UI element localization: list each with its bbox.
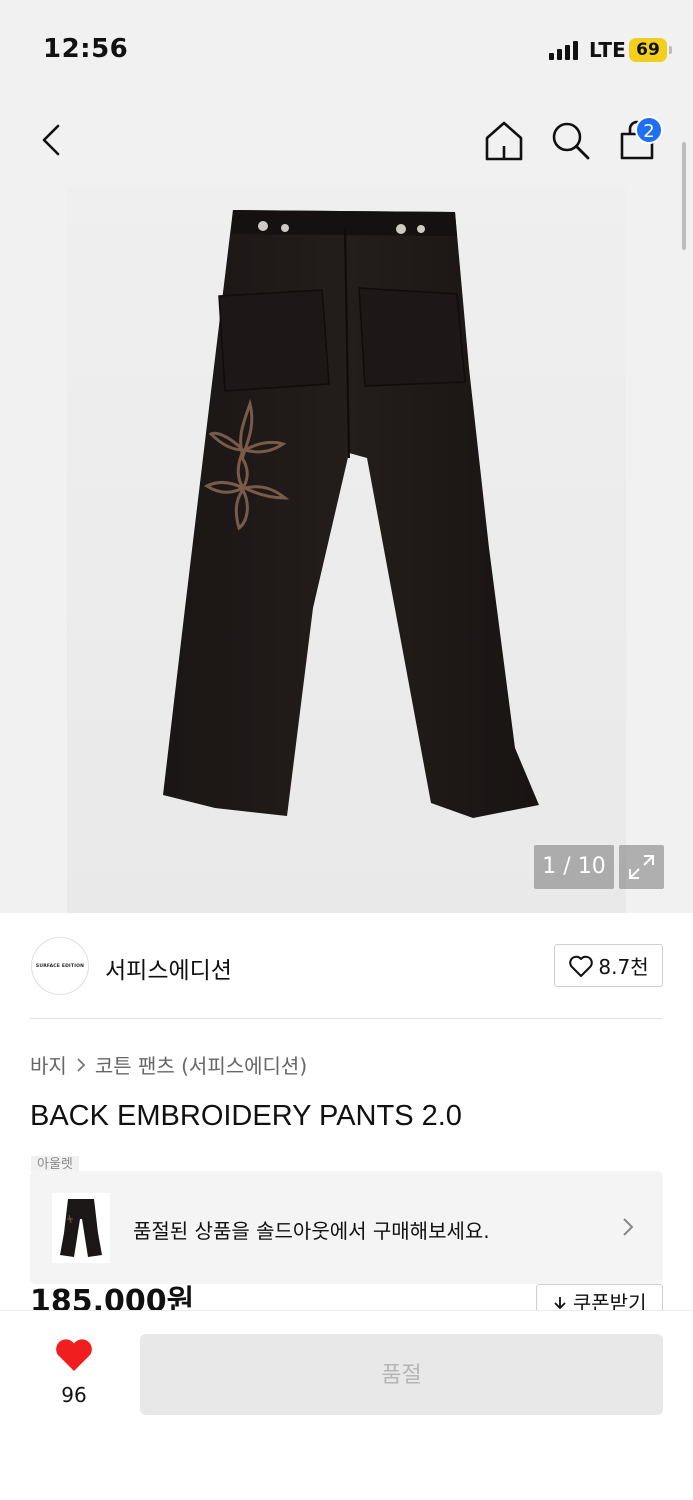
brand-row: SURFACE EDITION 서피스에디션 8.7천 (0, 913, 693, 1019)
divider (30, 1018, 663, 1019)
brand-name[interactable]: 서피스에디션 (105, 951, 232, 985)
product-title: BACK EMBROIDERY PANTS 2.0 (30, 1100, 462, 1132)
network-type: LTE (589, 38, 626, 62)
brand-logo[interactable]: SURFACE EDITION (31, 937, 89, 995)
battery-icon: 69 (629, 38, 672, 62)
chevron-right-icon (77, 1057, 86, 1072)
heart-filled-icon[interactable] (54, 1337, 94, 1373)
top-navigation (0, 100, 693, 180)
breadcrumb-subcategory[interactable]: 코튼 팬츠 (서피스에디션) (95, 1050, 307, 1079)
chevron-right-icon (623, 1218, 634, 1236)
heart-outline-icon (569, 955, 594, 977)
image-counter: 1 / 10 (534, 845, 614, 889)
search-icon[interactable] (548, 118, 594, 164)
cart-count-badge: 2 (635, 116, 663, 144)
expand-button[interactable] (619, 845, 664, 889)
wish-count: 96 (61, 1383, 87, 1407)
brand-like-button[interactable]: 8.7천 (554, 944, 663, 987)
download-icon (553, 1297, 566, 1310)
signal-icon (549, 40, 581, 60)
brand-like-count: 8.7천 (598, 955, 649, 979)
product-image[interactable] (67, 188, 626, 913)
chevron-left-icon[interactable] (32, 120, 72, 160)
soldout-banner[interactable]: 품절된 상품을 솔드아웃에서 구매해보세요. (30, 1171, 663, 1284)
product-price: 185,000원 (30, 1284, 195, 1310)
home-icon[interactable] (481, 118, 527, 164)
soldout-banner-text: 품절된 상품을 솔드아웃에서 구매해보세요. (133, 1219, 490, 1243)
status-bar: 12:56 LTE 69 (0, 0, 693, 96)
expand-icon (629, 855, 654, 879)
status-time: 12:56 (43, 34, 129, 64)
breadcrumb: 바지 코튼 팬츠 (서피스에디션) (30, 1050, 307, 1079)
bottom-action-bar: 96 품절 (0, 1310, 693, 1500)
outlet-tag: 아울렛 (31, 1156, 79, 1172)
breadcrumb-category[interactable]: 바지 (30, 1050, 67, 1079)
pants-photo (163, 210, 539, 818)
scrollbar (682, 142, 686, 250)
coupon-button[interactable]: 쿠폰받기 (536, 1284, 663, 1310)
banner-thumbnail (52, 1193, 110, 1263)
soldout-button[interactable]: 품절 (140, 1334, 663, 1415)
coupon-label: 쿠폰받기 (572, 1291, 647, 1310)
pants-thumbnail (60, 1199, 102, 1257)
